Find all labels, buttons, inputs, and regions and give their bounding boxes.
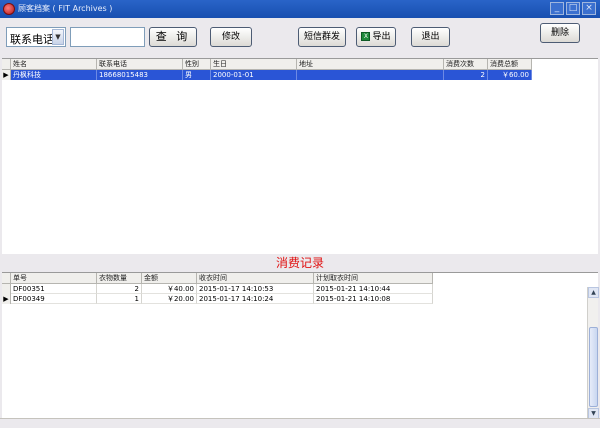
sms-broadcast-button[interactable]: 短信群发 [298, 27, 346, 47]
query-button[interactable]: 查 询 [149, 27, 197, 47]
exit-button[interactable]: 退出 [411, 27, 450, 47]
customer-grid[interactable]: 姓名 联系电话 性别 生日 地址 消费次数 消费总额 ▶ 丹枫科技 186680… [2, 58, 598, 254]
records-grid[interactable]: 单号 衣物数量 金额 收衣时间 计划取衣时间 DF00351 2 ￥40.00 … [2, 272, 599, 419]
cell-qty[interactable]: 1 [97, 294, 142, 304]
maximize-button[interactable]: □ [566, 2, 580, 15]
column-header-total[interactable]: 消费总额 [488, 59, 532, 70]
column-header-name[interactable]: 姓名 [11, 59, 97, 70]
close-button[interactable]: × [582, 2, 596, 15]
customer-archive-window: 顾客档案 ( FIT Archives ) _ □ × 联系电话 ▼ 查 询 修… [0, 0, 600, 428]
cell-birthday[interactable]: 2000-01-01 [211, 70, 297, 80]
window-controls: _ □ × [550, 2, 596, 15]
row-header-corner [2, 273, 11, 284]
current-row-arrow-icon: ▶ [2, 294, 11, 304]
column-header-received[interactable]: 收衣时间 [197, 273, 314, 284]
cell-pickup[interactable]: 2015-01-21 14:10:44 [314, 284, 433, 294]
search-input[interactable] [70, 27, 145, 47]
window-title: 顾客档案 ( FIT Archives ) [18, 4, 113, 13]
column-header-order[interactable]: 单号 [11, 273, 97, 284]
export-button[interactable]: X 导出 [356, 27, 396, 47]
cell-qty[interactable]: 2 [97, 284, 142, 294]
search-field-value: 联系电话 [10, 33, 54, 46]
column-header-qty[interactable]: 衣物数量 [97, 273, 142, 284]
current-row-arrow-icon: ▶ [2, 70, 11, 80]
cell-received[interactable]: 2015-01-17 14:10:24 [197, 294, 314, 304]
column-header-birthday[interactable]: 生日 [211, 59, 297, 70]
scroll-up-icon[interactable]: ▲ [588, 287, 599, 298]
cell-amount[interactable]: ￥40.00 [142, 284, 197, 294]
status-bar [0, 418, 600, 428]
search-field-select[interactable]: 联系电话 ▼ [6, 27, 66, 47]
column-header-visits[interactable]: 消费次数 [444, 59, 488, 70]
vertical-scrollbar[interactable]: ▲ ▼ [587, 287, 599, 419]
toolbar: 联系电话 ▼ 查 询 修改 短信群发 X 导出 退出 删除 [0, 18, 600, 58]
delete-button[interactable]: 删除 [540, 23, 580, 43]
cell-pickup[interactable]: 2015-01-21 14:10:08 [314, 294, 433, 304]
table-row[interactable]: ▶ DF00349 1 ￥20.00 2015-01-17 14:10:24 2… [2, 294, 433, 304]
cell-phone[interactable]: 18668015483 [97, 70, 183, 80]
cell-order[interactable]: DF00349 [11, 294, 97, 304]
cell-visits[interactable]: 2 [444, 70, 488, 80]
customer-row[interactable]: ▶ 丹枫科技 18668015483 男 2000-01-01 2 ￥60.00 [2, 70, 598, 80]
column-header-gender[interactable]: 性别 [183, 59, 211, 70]
excel-icon: X [361, 32, 371, 41]
table-row[interactable]: DF00351 2 ￥40.00 2015-01-17 14:10:53 201… [2, 284, 433, 294]
row-header-corner [2, 59, 11, 70]
records-section-title: 消费记录 [0, 254, 600, 272]
cell-gender[interactable]: 男 [183, 70, 211, 80]
column-header-amount[interactable]: 金额 [142, 273, 197, 284]
minimize-button[interactable]: _ [550, 2, 564, 15]
title-bar[interactable]: 顾客档案 ( FIT Archives ) _ □ × [0, 0, 600, 18]
column-header-pickup[interactable]: 计划取衣时间 [314, 273, 433, 284]
chevron-down-icon[interactable]: ▼ [52, 29, 64, 45]
cell-address[interactable] [297, 70, 444, 80]
cell-total[interactable]: ￥60.00 [488, 70, 532, 80]
row-header [2, 284, 11, 294]
cell-name[interactable]: 丹枫科技 [11, 70, 97, 80]
column-header-address[interactable]: 地址 [297, 59, 444, 70]
modify-button[interactable]: 修改 [210, 27, 252, 47]
app-logo-icon [3, 3, 15, 15]
export-label: 导出 [372, 32, 391, 42]
cell-received[interactable]: 2015-01-17 14:10:53 [197, 284, 314, 294]
scrollbar-thumb[interactable] [589, 327, 598, 407]
cell-order[interactable]: DF00351 [11, 284, 97, 294]
column-header-phone[interactable]: 联系电话 [97, 59, 183, 70]
cell-amount[interactable]: ￥20.00 [142, 294, 197, 304]
